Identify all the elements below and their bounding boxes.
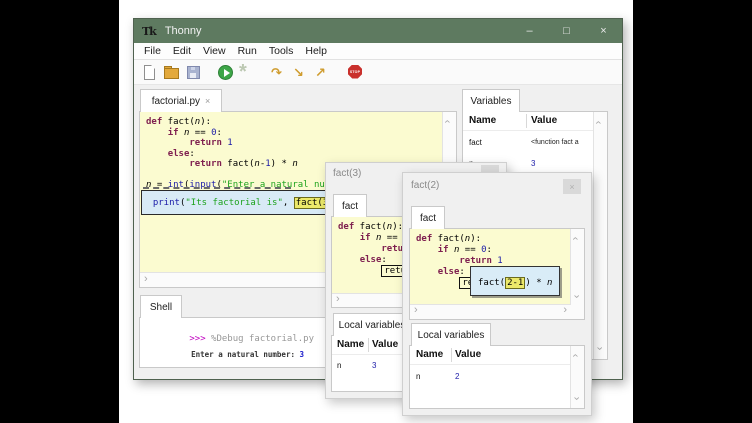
scroll-down-icon[interactable]: › xyxy=(570,295,581,299)
variables-table-header: Name Value xyxy=(463,112,607,131)
open-folder-icon xyxy=(164,68,179,79)
maximize-button[interactable]: □ xyxy=(548,19,585,43)
tab-close-icon[interactable]: × xyxy=(205,96,210,106)
column-value: Value xyxy=(455,349,481,360)
fact2-var-value-n[interactable]: 2 xyxy=(455,372,459,381)
scroll-up-icon[interactable]: › xyxy=(442,120,453,124)
column-separator xyxy=(451,348,452,362)
save-icon xyxy=(187,66,200,79)
stop-icon: STOP xyxy=(348,65,362,79)
minimize-button[interactable]: – xyxy=(511,19,548,43)
close-button[interactable]: × xyxy=(585,19,622,43)
menu-help[interactable]: Help xyxy=(299,45,333,57)
new-file-button[interactable] xyxy=(141,64,158,81)
fact3-tab-label: fact xyxy=(342,201,358,212)
menu-run[interactable]: Run xyxy=(232,45,263,57)
evaluation-popup: fact(2-1) * n xyxy=(470,266,560,296)
tab-shell[interactable]: Shell xyxy=(140,295,182,318)
fact2-var-name-n[interactable]: n xyxy=(416,372,420,381)
fact2-tab-label: fact xyxy=(420,213,436,224)
fact2-code-pane: def fact(n): if n == 0: return 1 else: r… xyxy=(409,228,585,320)
variables-tab-label: Variables xyxy=(471,96,512,107)
thonny-app-icon: Tk xyxy=(142,25,156,38)
shell-io-prompt: Enter a natural number: xyxy=(191,350,299,359)
fact2-tab-fact[interactable]: fact xyxy=(411,206,445,229)
step-over-button[interactable]: ↷ xyxy=(271,64,288,81)
debug-icon: * xyxy=(239,61,247,84)
window-title: Thonny xyxy=(165,25,511,37)
fact2-local-variables-pane: Name Value n 2 › › xyxy=(409,345,585,409)
fact2-tab-local-variables[interactable]: Local variables xyxy=(411,323,491,346)
screenshot-stage: Tk Thonny – □ × File Edit View Run Tools… xyxy=(0,0,752,423)
scroll-up-icon[interactable]: › xyxy=(593,121,604,125)
tab-factorial-py[interactable]: factorial.py × xyxy=(140,89,222,112)
run-button[interactable] xyxy=(217,64,234,81)
fact3-var-value-n[interactable]: 3 xyxy=(372,361,376,370)
variables-vscrollbar[interactable]: › › xyxy=(593,112,607,359)
fact2-table-vscrollbar[interactable]: › › xyxy=(570,346,584,408)
step-into-icon: ↘ xyxy=(293,64,304,81)
var-name-fact[interactable]: fact xyxy=(469,138,482,147)
fact2-table-header: Name Value xyxy=(410,346,584,365)
shell-tab-label: Shell xyxy=(150,302,172,313)
step-out-button[interactable]: ↗ xyxy=(315,64,332,81)
shell-io-input: 3 xyxy=(300,350,305,359)
run-icon xyxy=(218,65,233,80)
debug-button[interactable]: * xyxy=(239,64,256,81)
statement-frame-dashes xyxy=(143,187,291,189)
scroll-down-icon[interactable]: › xyxy=(593,347,604,351)
fact3-window-title: fact(3) xyxy=(333,168,361,179)
step-out-icon: ↗ xyxy=(315,64,326,81)
fact2-close-button[interactable]: × xyxy=(563,179,581,194)
column-separator xyxy=(526,114,527,128)
scroll-left-icon[interactable]: › xyxy=(144,274,148,285)
fact2-local-variables-table: Name Value n 2 › › xyxy=(410,346,584,408)
fact3-local-variables-label: Local variables xyxy=(339,320,406,331)
scroll-right-icon[interactable]: › xyxy=(563,305,567,316)
fact2-window-title: fact(2) xyxy=(411,180,439,191)
var-value-n[interactable]: 3 xyxy=(531,159,535,168)
column-separator xyxy=(368,338,369,352)
menu-view[interactable]: View xyxy=(197,45,232,57)
tab-label: factorial.py xyxy=(152,96,200,107)
scroll-down-icon[interactable]: › xyxy=(570,397,581,401)
scroll-up-icon[interactable]: › xyxy=(570,237,581,241)
stop-button[interactable]: STOP xyxy=(347,64,364,81)
scroll-up-icon[interactable]: › xyxy=(570,354,581,358)
fact2-vscrollbar[interactable]: › › xyxy=(570,229,584,319)
fact3-var-name-n[interactable]: n xyxy=(337,361,341,370)
evaluated-expression: fact(2-1) * n xyxy=(478,277,552,289)
fact2-window: fact(2) × fact def fact(n): if n == 0: r… xyxy=(402,172,592,416)
column-value: Value xyxy=(372,339,398,350)
var-value-fact[interactable]: <function fact a xyxy=(531,139,579,146)
menubar: File Edit View Run Tools Help xyxy=(134,43,622,60)
scroll-left-icon[interactable]: › xyxy=(414,305,418,316)
step-into-button[interactable]: ↘ xyxy=(293,64,310,81)
step-over-icon: ↷ xyxy=(271,64,282,81)
titlebar[interactable]: Tk Thonny – □ × xyxy=(134,19,622,43)
scroll-left-icon[interactable]: › xyxy=(336,294,340,305)
active-statement-code: print("Its factorial is", fact(3)) xyxy=(142,198,341,208)
tab-variables[interactable]: Variables xyxy=(462,89,520,112)
column-name: Name xyxy=(469,115,496,126)
open-file-button[interactable] xyxy=(163,64,180,81)
column-name: Name xyxy=(416,349,443,360)
fact2-local-variables-label: Local variables xyxy=(418,330,485,341)
save-button[interactable] xyxy=(185,64,202,81)
new-file-icon xyxy=(144,65,155,80)
menu-edit[interactable]: Edit xyxy=(167,45,197,57)
fact3-tab-local-variables[interactable]: Local variables xyxy=(333,313,411,336)
toolbar: * ↷ ↘ ↗ STOP xyxy=(134,60,622,85)
fact2-hscrollbar[interactable]: › › xyxy=(410,304,571,319)
menu-tools[interactable]: Tools xyxy=(263,45,300,57)
menu-file[interactable]: File xyxy=(138,45,167,57)
shell-io-line: Enter a natural number: 3 xyxy=(155,341,304,368)
column-name: Name xyxy=(337,339,364,350)
column-value: Value xyxy=(531,115,557,126)
fact3-tab-fact[interactable]: fact xyxy=(333,194,367,217)
